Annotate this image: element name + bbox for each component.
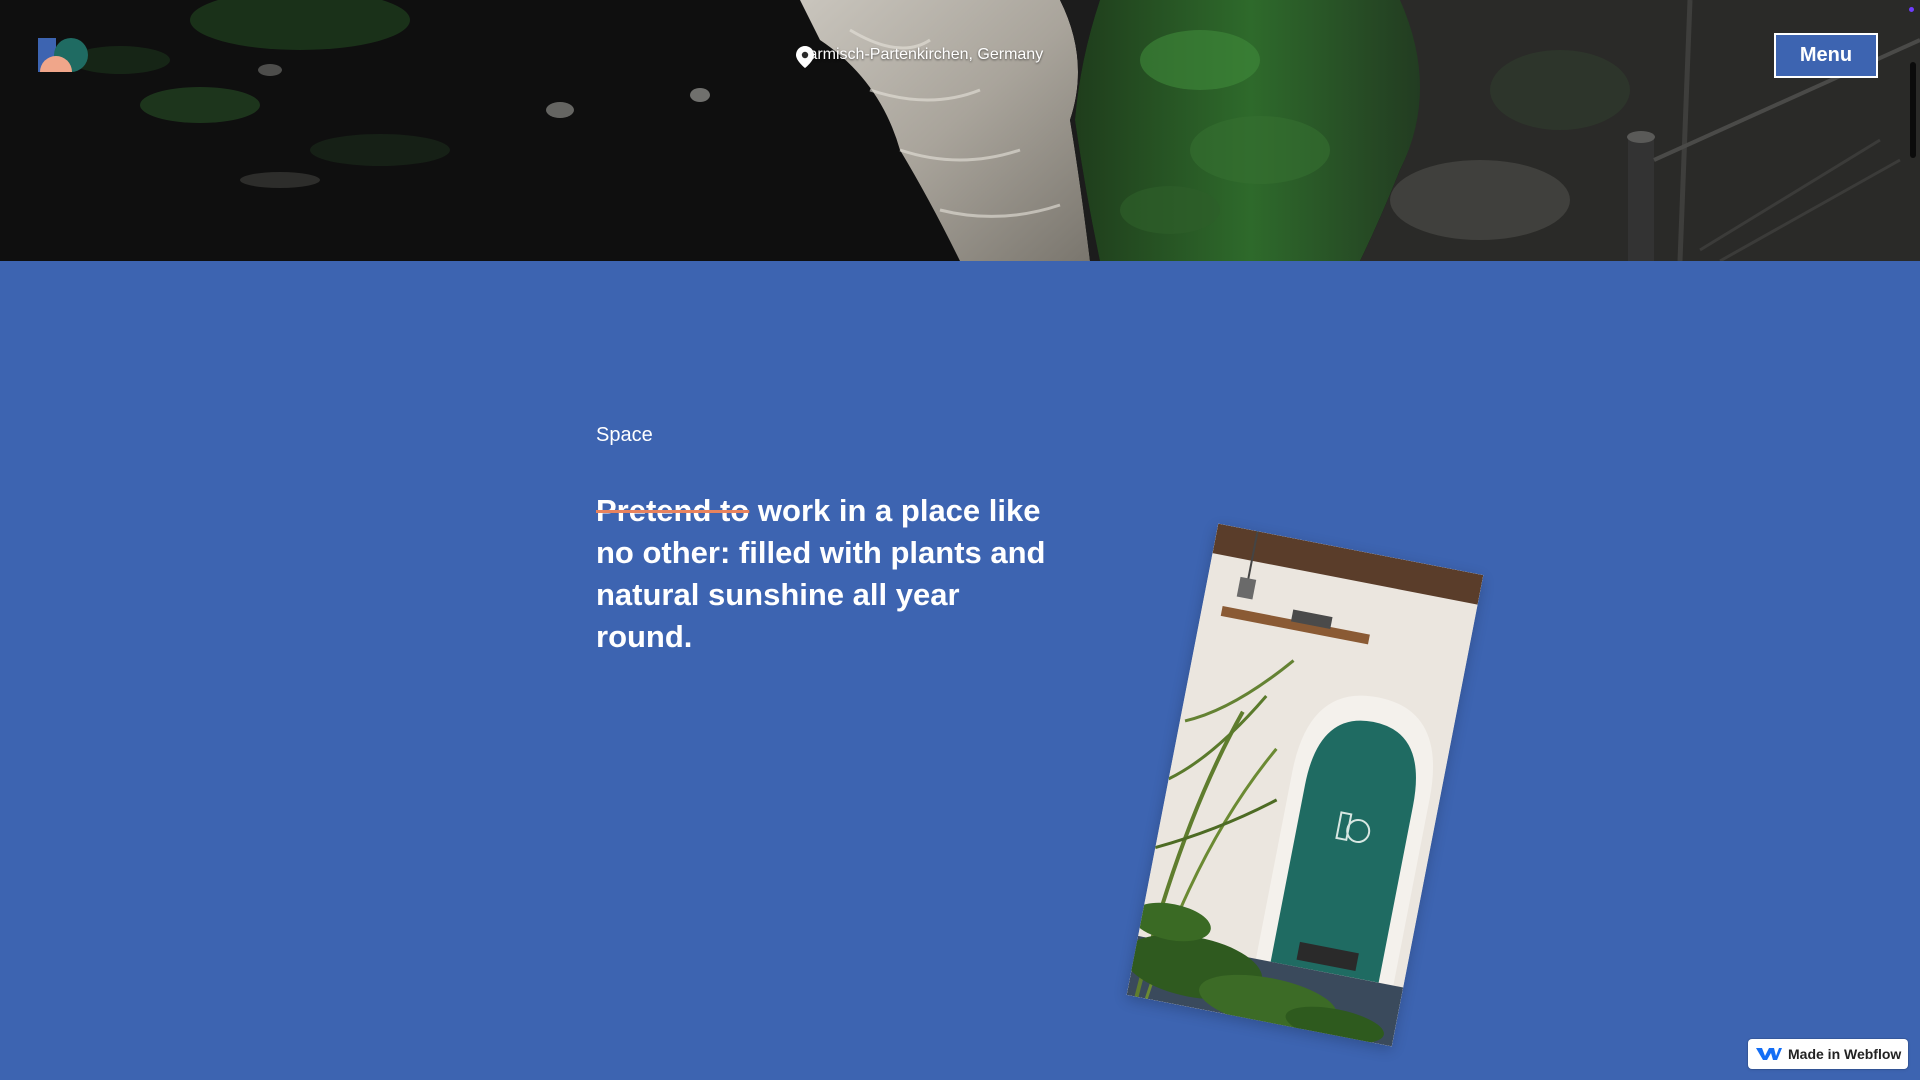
section-headline: Pretend to work in a place like no other… bbox=[596, 490, 1046, 658]
webflow-logo-icon bbox=[1756, 1048, 1782, 1060]
menu-button[interactable]: Menu bbox=[1774, 33, 1878, 78]
scrollbar[interactable] bbox=[1910, 62, 1916, 158]
location-label: Garmisch-Partenkirchen, Germany bbox=[796, 46, 1044, 68]
headline-strikethrough: Pretend to bbox=[596, 493, 750, 528]
brand-logo[interactable] bbox=[38, 36, 93, 74]
made-in-webflow-badge[interactable]: Made in Webflow bbox=[1748, 1039, 1908, 1069]
map-pin-icon bbox=[796, 46, 814, 68]
section-eyebrow: Space bbox=[596, 424, 653, 446]
hero-photo bbox=[0, 0, 1920, 261]
corner-indicator bbox=[1909, 7, 1914, 12]
location-text: Garmisch-Partenkirchen, Germany bbox=[796, 46, 1044, 63]
logo-icon bbox=[38, 38, 88, 72]
hero-banner: Garmisch-Partenkirchen, Germany Menu bbox=[0, 0, 1920, 261]
badge-label: Made in Webflow bbox=[1788, 1046, 1902, 1062]
space-section bbox=[0, 261, 1920, 1080]
